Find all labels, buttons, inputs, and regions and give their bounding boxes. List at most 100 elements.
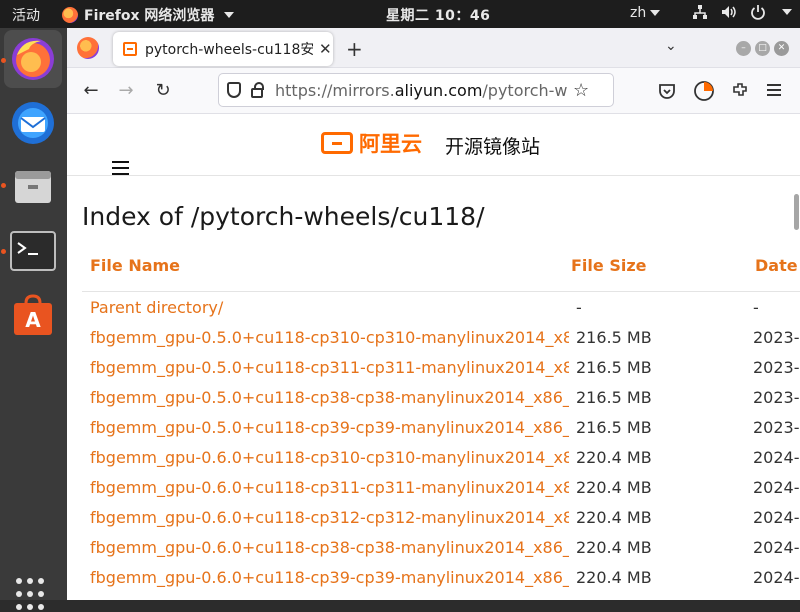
- scrollbar-thumb[interactable]: [794, 194, 799, 230]
- files-icon: [15, 171, 51, 203]
- file-table: File Name File Size Date Parent director…: [82, 242, 800, 600]
- file-link[interactable]: fbgemm_gpu-0.6.0+cu118-cp312-cp312-manyl…: [90, 508, 569, 527]
- table-row: fbgemm_gpu-0.5.0+cu118-cp311-cp311-manyl…: [82, 353, 800, 383]
- tab-bar: pytorch-wheels-cu118安 ✕ + ⌄ – □ ✕: [67, 28, 800, 68]
- file-size: 216.5 MB: [576, 328, 652, 347]
- file-size: 216.5 MB: [576, 388, 652, 407]
- file-link[interactable]: fbgemm_gpu-0.6.0+cu118-cp310-cp310-manyl…: [90, 448, 569, 467]
- network-icon: [693, 5, 707, 19]
- aliyun-logo-icon: [321, 132, 353, 154]
- account-icon[interactable]: [693, 80, 715, 102]
- software-center-icon: A: [14, 294, 52, 335]
- column-header-name[interactable]: File Name: [90, 256, 180, 275]
- file-date: 2024-0: [753, 508, 800, 527]
- show-apps-icon[interactable]: [16, 578, 50, 612]
- running-indicator: [1, 183, 6, 188]
- forward-icon[interactable]: →: [115, 80, 137, 101]
- close-tab-icon[interactable]: ✕: [319, 40, 332, 58]
- file-link[interactable]: fbgemm_gpu-0.5.0+cu118-cp38-cp38-manylin…: [90, 388, 569, 407]
- aliyun-favicon-icon: [123, 42, 137, 56]
- file-date: 2024-0: [753, 538, 800, 557]
- url-suffix: /pytorch-wheels/cu118: [482, 80, 567, 100]
- file-link[interactable]: Parent directory/: [90, 298, 569, 317]
- file-date: 2024-0: [753, 568, 800, 587]
- page-title: Index of /pytorch-wheels/cu118/: [82, 202, 485, 231]
- terminal-icon: [10, 231, 56, 271]
- volume-icon: [722, 6, 736, 18]
- file-link[interactable]: fbgemm_gpu-0.6.0+cu118-cp39-cp39-manylin…: [90, 568, 569, 587]
- address-bar[interactable]: https://mirrors.aliyun.com/pytorch-wheel…: [218, 73, 614, 107]
- file-date: -: [753, 298, 759, 317]
- running-indicator: [1, 58, 6, 63]
- top-bar: 活动 Firefox 网络浏览器 星期二 10：46 zh: [0, 0, 800, 28]
- lock-icon[interactable]: [251, 81, 264, 98]
- page-content: 阿里云 开源镜像站 Index of /pytorch-wheels/cu118…: [67, 114, 800, 600]
- file-date: 2024-0: [753, 478, 800, 497]
- reload-icon[interactable]: ↻: [152, 80, 174, 101]
- file-date: 2023-1: [753, 328, 800, 347]
- dock-firefox[interactable]: [4, 30, 62, 88]
- file-link[interactable]: fbgemm_gpu-0.5.0+cu118-cp311-cp311-manyl…: [90, 358, 569, 377]
- file-date: 2023-1: [753, 388, 800, 407]
- pocket-icon[interactable]: [658, 82, 676, 100]
- table-row: fbgemm_gpu-0.7.0+cu118-cp310-cp310-manyl…: [82, 593, 800, 600]
- dock-files[interactable]: [4, 158, 62, 216]
- chevron-down-icon: [650, 10, 661, 16]
- file-size: 220.4 MB: [576, 568, 652, 587]
- extensions-icon[interactable]: [731, 81, 749, 99]
- file-link[interactable]: fbgemm_gpu-0.6.0+cu118-cp38-cp38-manylin…: [90, 538, 569, 557]
- dock-terminal[interactable]: [4, 222, 62, 280]
- file-link[interactable]: fbgemm_gpu-0.6.0+cu118-cp311-cp311-manyl…: [90, 478, 569, 497]
- file-link[interactable]: fbgemm_gpu-0.5.0+cu118-cp39-cp39-manylin…: [90, 418, 569, 437]
- star-icon[interactable]: ☆: [573, 80, 589, 101]
- input-method-menu[interactable]: zh: [630, 5, 661, 21]
- file-size: 220.4 MB: [576, 448, 652, 467]
- tab-active[interactable]: pytorch-wheels-cu118安 ✕: [113, 32, 333, 66]
- running-indicator: [1, 249, 6, 254]
- logo-text: 阿里云: [359, 132, 422, 156]
- dock: A: [0, 28, 67, 610]
- table-row: fbgemm_gpu-0.5.0+cu118-cp38-cp38-manylin…: [82, 383, 800, 413]
- hamburger-menu-icon[interactable]: [112, 161, 129, 179]
- firefox-icon: [62, 7, 78, 23]
- shield-icon[interactable]: [227, 82, 241, 98]
- table-row: fbgemm_gpu-0.5.0+cu118-cp39-cp39-manylin…: [82, 413, 800, 443]
- app-menu-label: Firefox 网络浏览器: [84, 8, 215, 24]
- table-row: fbgemm_gpu-0.6.0+cu118-cp38-cp38-manylin…: [82, 533, 800, 563]
- chevron-down-icon: [224, 12, 235, 18]
- back-icon[interactable]: ←: [80, 80, 102, 101]
- dock-thunderbird[interactable]: [4, 94, 62, 152]
- url-text[interactable]: https://mirrors.aliyun.com/pytorch-wheel…: [275, 81, 567, 100]
- minimize-icon[interactable]: –: [736, 41, 751, 56]
- aliyun-logo[interactable]: 阿里云: [321, 128, 422, 158]
- file-date: 2023-1: [753, 418, 800, 437]
- new-tab-icon[interactable]: +: [346, 37, 363, 61]
- clock[interactable]: 星期二 10：46: [386, 5, 490, 25]
- table-header: File Name File Size Date: [82, 242, 800, 292]
- table-row: fbgemm_gpu-0.6.0+cu118-cp312-cp312-manyl…: [82, 503, 800, 533]
- dock-software-center[interactable]: A: [4, 286, 62, 344]
- file-size: -: [576, 298, 582, 317]
- column-header-date[interactable]: Date: [755, 256, 798, 275]
- chevron-down-icon[interactable]: ⌄: [665, 38, 677, 54]
- power-icon: [751, 5, 765, 20]
- file-size: 216.5 MB: [576, 418, 652, 437]
- url-prefix: https://mirrors.: [275, 80, 395, 100]
- file-date: 2024-0: [753, 448, 800, 467]
- activities-button[interactable]: 活动: [12, 5, 40, 25]
- file-link[interactable]: fbgemm_gpu-0.5.0+cu118-cp310-cp310-manyl…: [90, 328, 569, 347]
- close-window-icon[interactable]: ✕: [774, 41, 789, 56]
- firefox-view-icon[interactable]: [77, 37, 99, 59]
- input-method-label: zh: [630, 5, 647, 21]
- column-header-size[interactable]: File Size: [571, 256, 647, 275]
- site-header: 阿里云 开源镜像站: [67, 114, 800, 176]
- table-row: fbgemm_gpu-0.6.0+cu118-cp39-cp39-manylin…: [82, 563, 800, 593]
- maximize-icon[interactable]: □: [755, 41, 770, 56]
- table-row: fbgemm_gpu-0.6.0+cu118-cp310-cp310-manyl…: [82, 443, 800, 473]
- app-menu[interactable]: Firefox 网络浏览器: [62, 5, 235, 25]
- thunderbird-icon: [12, 102, 54, 144]
- menu-icon[interactable]: [767, 83, 783, 97]
- system-tray[interactable]: [692, 4, 792, 20]
- browser-window: pytorch-wheels-cu118安 ✕ + ⌄ – □ ✕ ← → ↻ …: [67, 28, 800, 600]
- table-row: fbgemm_gpu-0.5.0+cu118-cp310-cp310-manyl…: [82, 323, 800, 353]
